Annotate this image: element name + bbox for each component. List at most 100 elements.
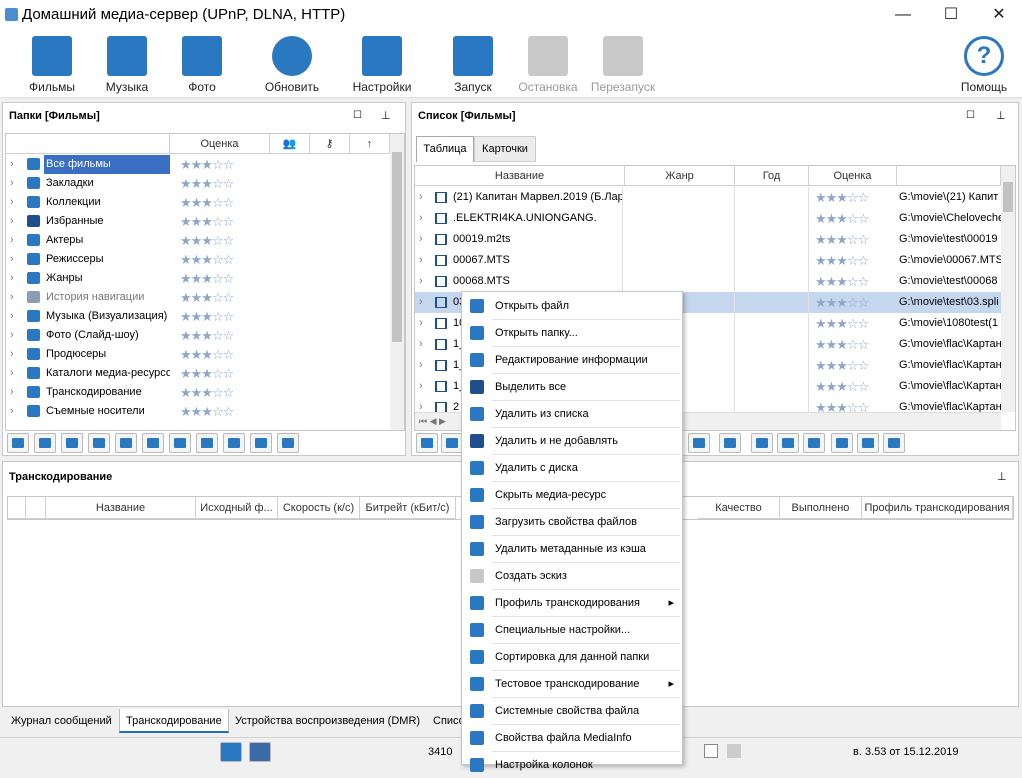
stop-button[interactable]: Остановка	[510, 32, 586, 96]
expand-chevron-icon[interactable]: ›	[419, 292, 423, 313]
folder-item[interactable]: › Фото (Слайд-шоу) ★★★☆☆	[6, 326, 390, 345]
actors-col-icon[interactable]: 👥	[270, 134, 310, 154]
save-icon[interactable]	[169, 433, 191, 453]
grid-icon[interactable]	[751, 433, 773, 453]
settings-button[interactable]: Настройки	[344, 32, 420, 96]
rating-stars[interactable]: ★★★☆☆	[180, 193, 234, 212]
menu-item-sort-folder[interactable]: Сортировка для данной папки	[462, 644, 682, 670]
maximize-button[interactable]: ☐	[928, 0, 974, 30]
expand-chevron-icon[interactable]: ›	[10, 174, 14, 193]
expand-chevron-icon[interactable]: ›	[10, 155, 14, 174]
tab-more[interactable]: Списо	[427, 709, 461, 733]
rating-stars[interactable]: ★★★☆☆	[815, 230, 869, 249]
expand-chevron-icon[interactable]: ›	[10, 345, 14, 364]
folder-item[interactable]: › Съемные носители ★★★☆☆	[6, 402, 390, 421]
folder-item[interactable]: › Избранные ★★★☆☆	[6, 212, 390, 231]
edit-icon[interactable]	[441, 433, 463, 453]
tab-table[interactable]: Таблица	[416, 136, 474, 162]
movies-button[interactable]: Фильмы	[14, 32, 90, 96]
list-col-path[interactable]	[897, 166, 1001, 186]
list-row[interactable]: › .ELEKTRI4KA.UNIONGANG. ★★★☆☆ G:\movie\…	[415, 208, 1001, 229]
tab-log[interactable]: Журнал сообщений	[5, 709, 118, 733]
transcoding-col-name[interactable]: Название	[46, 497, 196, 519]
expand-chevron-icon[interactable]: ›	[10, 231, 14, 250]
transcoding-col-blank2[interactable]	[26, 497, 46, 519]
menu-item-edit-info[interactable]: Редактирование информации	[462, 347, 682, 373]
transcoding-col-done[interactable]: Выполнено	[780, 497, 862, 519]
settings-list-icon[interactable]	[883, 433, 905, 453]
menu-item-transcode-profile[interactable]: Профиль транскодирования ▸	[462, 590, 682, 616]
tab-devices[interactable]: Устройства воспроизведения (DMR)	[229, 709, 426, 733]
panel-float-icon[interactable]: ☐	[966, 110, 975, 121]
rating-stars[interactable]: ★★★☆☆	[815, 188, 869, 207]
start-button[interactable]: Запуск	[435, 32, 511, 96]
rating-stars[interactable]: ★★★☆☆	[180, 212, 234, 231]
expand-chevron-icon[interactable]: ›	[419, 250, 423, 271]
status-checkbox[interactable]	[704, 744, 718, 758]
rating-stars[interactable]: ★★★☆☆	[815, 314, 869, 333]
expand-chevron-icon[interactable]: ›	[419, 334, 423, 355]
menu-item-select-all[interactable]: Выделить все	[462, 374, 682, 400]
expand-chevron-icon[interactable]: ›	[10, 288, 14, 307]
users-icon[interactable]	[831, 433, 853, 453]
rating-stars[interactable]: ★★★☆☆	[815, 293, 869, 312]
rating-stars[interactable]: ★★★☆☆	[180, 155, 234, 174]
menu-item-remove-and-exclude[interactable]: Удалить и не добавлять	[462, 428, 682, 454]
list-col-rating[interactable]: Оценка	[809, 166, 897, 186]
folders-scrollbar[interactable]	[390, 134, 404, 430]
save-icon[interactable]	[857, 433, 879, 453]
pin-icon[interactable]: ⊥	[381, 109, 391, 122]
close-button[interactable]: ✕	[976, 0, 1022, 30]
minimize-button[interactable]: —	[880, 0, 926, 30]
status-calendar-icon[interactable]	[249, 742, 271, 762]
transcoding-col-speed[interactable]: Скорость (к/с)	[278, 497, 360, 519]
expand-chevron-icon[interactable]: ›	[419, 208, 423, 229]
folder-open-icon[interactable]	[7, 433, 29, 453]
expand-chevron-icon[interactable]: ›	[419, 376, 423, 397]
rating-stars[interactable]: ★★★☆☆	[815, 209, 869, 228]
expand-chevron-icon[interactable]: ›	[419, 355, 423, 376]
status-add-icon[interactable]	[220, 742, 242, 762]
folder-item[interactable]: › Транскодирование ★★★☆☆	[6, 383, 390, 402]
rating-stars[interactable]: ★★★☆☆	[180, 345, 234, 364]
transcoding-col-quality[interactable]: Качество	[698, 497, 780, 519]
folder-item[interactable]: › Режиссеры ★★★☆☆	[6, 250, 390, 269]
scatter-icon[interactable]	[88, 433, 110, 453]
key-icon[interactable]	[803, 433, 825, 453]
music-button[interactable]: Музыка	[89, 32, 165, 96]
folder-add-icon[interactable]	[34, 433, 56, 453]
folders-col-name[interactable]	[6, 134, 170, 154]
users-icon[interactable]	[250, 433, 272, 453]
folder-item[interactable]: › Продюсеры ★★★☆☆	[6, 345, 390, 364]
rating-stars[interactable]: ★★★☆☆	[815, 356, 869, 375]
transcoding-col-bitrate[interactable]: Битрейт (кБит/с)	[360, 497, 456, 519]
tab-cards[interactable]: Карточки	[474, 136, 536, 162]
key-icon[interactable]	[223, 433, 245, 453]
expand-chevron-icon[interactable]: ›	[10, 402, 14, 421]
menu-item-column-settings[interactable]: Настройка колонок	[462, 752, 682, 778]
expand-chevron-icon[interactable]: ›	[10, 364, 14, 383]
expand-chevron-icon[interactable]: ›	[419, 271, 423, 292]
rating-stars[interactable]: ★★★☆☆	[815, 335, 869, 354]
split-icon[interactable]	[777, 433, 799, 453]
key-col-icon[interactable]: ⚷	[310, 134, 350, 154]
pin-icon[interactable]: ⊥	[996, 109, 1006, 122]
list-row[interactable]: › 00068.MTS ★★★☆☆ G:\movie\test\00068	[415, 271, 1001, 292]
menu-item-hide-media[interactable]: Скрыть медиа-ресурс	[462, 482, 682, 508]
transcoding-col-profile[interactable]: Профиль транскодирования	[862, 497, 1013, 519]
list-row[interactable]: › 00067.MTS ★★★☆☆ G:\movie\00067.MTS	[415, 250, 1001, 271]
list-col-genre[interactable]: Жанр	[625, 166, 735, 186]
folders-col-rating[interactable]: Оценка	[170, 134, 270, 154]
image-folder-icon[interactable]	[416, 433, 438, 453]
refresh-button[interactable]: Обновить	[254, 32, 330, 96]
calendar-icon[interactable]	[115, 433, 137, 453]
pin-icon[interactable]: ⊥	[997, 470, 1007, 483]
rating-stars[interactable]: ★★★☆☆	[180, 174, 234, 193]
sort-col-icon[interactable]: ↑	[350, 134, 390, 154]
folder-item[interactable]: › Жанры ★★★☆☆	[6, 269, 390, 288]
list-row[interactable]: › (21) Капитан Марвел.2019 (Б.Лар ★★★☆☆ …	[415, 187, 1001, 208]
menu-item-test-transcode[interactable]: Тестовое транскодирование ▸	[462, 671, 682, 697]
photo-button[interactable]: Фото	[164, 32, 240, 96]
transcoding-col-blank[interactable]	[8, 497, 26, 519]
menu-item-special-settings[interactable]: Специальные настройки...	[462, 617, 682, 643]
